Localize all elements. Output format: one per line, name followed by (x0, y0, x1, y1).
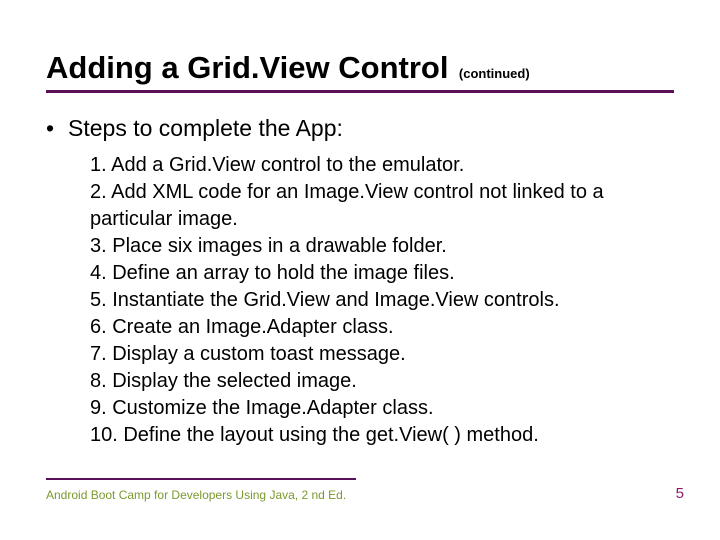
list-item: 6. Create an Image.Adapter class. (90, 314, 674, 341)
list-item: 8. Display the selected image. (90, 368, 674, 395)
list-item: 4. Define an array to hold the image fil… (90, 260, 674, 287)
steps-list: 1. Add a Grid.View control to the emulat… (90, 152, 674, 449)
list-item: 3. Place six images in a drawable folder… (90, 233, 674, 260)
slide-title: Adding a Grid.View Control (46, 50, 448, 85)
list-item: 7. Display a custom toast message. (90, 341, 674, 368)
slide-subtitle: (continued) (459, 66, 530, 81)
bullet-heading: •Steps to complete the App: (46, 115, 674, 142)
page-number: 5 (676, 485, 684, 502)
bullet-dot: • (46, 115, 68, 142)
list-item: 2. Add XML code for an Image.View contro… (90, 179, 674, 233)
footer-rule (46, 478, 356, 480)
list-item: 10. Define the layout using the get.View… (90, 422, 674, 449)
slide: Adding a Grid.View Control (continued) •… (0, 0, 720, 540)
list-item: 5. Instantiate the Grid.View and Image.V… (90, 287, 674, 314)
bullet-text: Steps to complete the App: (68, 115, 343, 141)
footer-text: Android Boot Camp for Developers Using J… (46, 488, 346, 502)
list-item: 1. Add a Grid.View control to the emulat… (90, 152, 674, 179)
list-item: 9. Customize the Image.Adapter class. (90, 395, 674, 422)
title-block: Adding a Grid.View Control (continued) (46, 50, 674, 93)
